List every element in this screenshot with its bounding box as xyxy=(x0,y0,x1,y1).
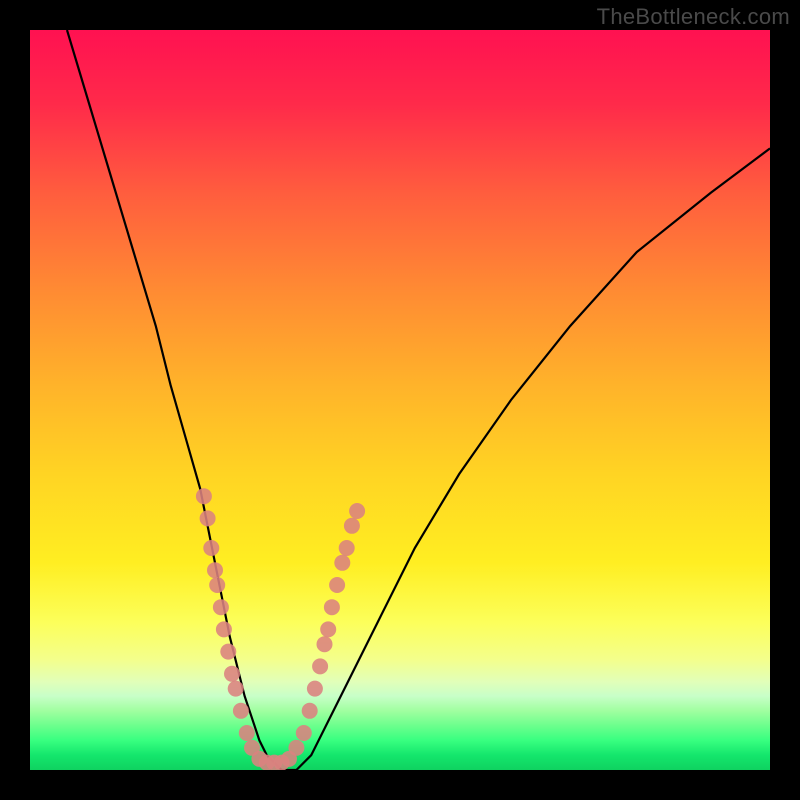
data-point xyxy=(324,599,340,615)
data-points-group xyxy=(196,488,365,770)
watermark-text: TheBottleneck.com xyxy=(597,4,790,30)
data-point xyxy=(200,510,216,526)
data-point xyxy=(233,703,249,719)
data-point xyxy=(207,562,223,578)
data-point xyxy=(296,725,312,741)
data-point xyxy=(220,644,236,660)
data-point xyxy=(334,555,350,571)
data-point xyxy=(339,540,355,556)
bottleneck-curve-line xyxy=(67,30,770,770)
chart-container: TheBottleneck.com xyxy=(0,0,800,800)
data-point xyxy=(228,681,244,697)
data-point xyxy=(209,577,225,593)
data-point xyxy=(329,577,345,593)
data-point xyxy=(307,681,323,697)
data-point xyxy=(320,621,336,637)
data-point xyxy=(349,503,365,519)
data-point xyxy=(213,599,229,615)
data-point xyxy=(224,666,240,682)
data-point xyxy=(288,740,304,756)
data-point xyxy=(344,518,360,534)
data-point xyxy=(196,488,212,504)
data-point xyxy=(239,725,255,741)
data-point xyxy=(216,621,232,637)
chart-overlay xyxy=(30,30,770,770)
data-point xyxy=(312,658,328,674)
data-point xyxy=(317,636,333,652)
data-point xyxy=(203,540,219,556)
data-point xyxy=(302,703,318,719)
